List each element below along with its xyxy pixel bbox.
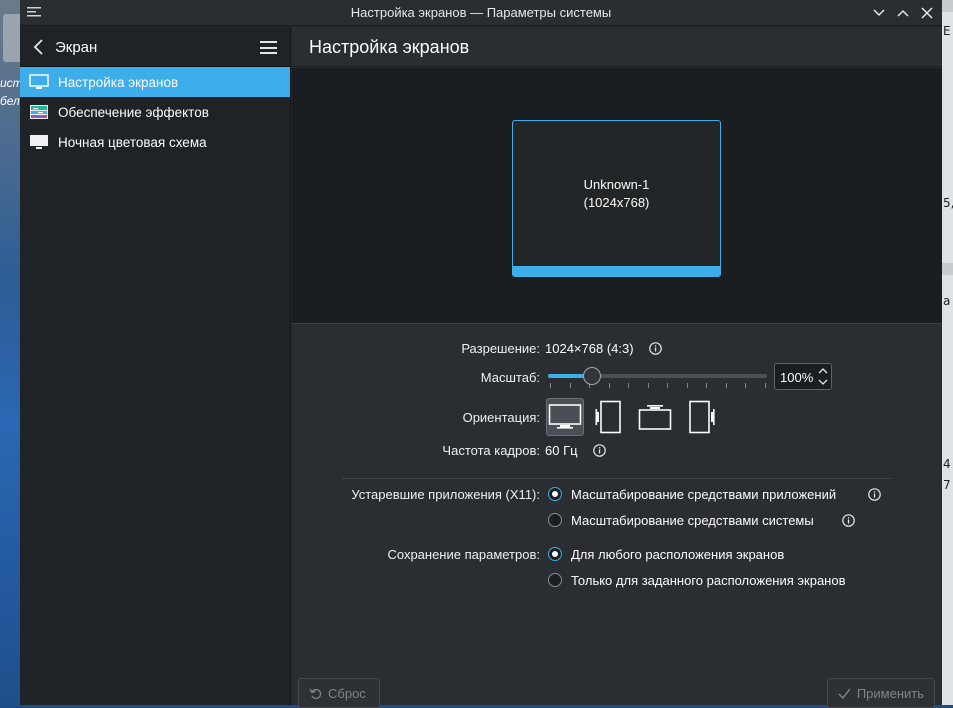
close-button[interactable] — [918, 4, 936, 22]
orientation-left-button[interactable] — [591, 398, 629, 436]
sidebar-item-night-color[interactable]: Ночная цветовая схема — [20, 127, 290, 157]
slider-tick — [706, 383, 708, 388]
output-name: Unknown-1 — [583, 177, 650, 192]
orientation-label: Ориентация: — [462, 410, 540, 425]
chevron-up-icon — [897, 9, 909, 17]
background-text: 7 — [943, 478, 951, 492]
orientation-right-button[interactable] — [681, 398, 719, 436]
orientation-normal-button[interactable] — [546, 398, 584, 436]
reset-button[interactable]: Сброс — [298, 678, 380, 708]
sidebar-item-compositor[interactable]: Обеспечение эффектов — [20, 97, 290, 127]
back-arrow-icon[interactable] — [32, 39, 46, 55]
background-text: 4 — [943, 457, 951, 471]
page-header: Настройка экранов — [292, 27, 942, 67]
sidebar-item-label: Ночная цветовая схема — [58, 134, 207, 150]
scale-value: 100% — [780, 370, 814, 385]
apply-button-label: Применить — [856, 685, 924, 701]
slider-tick — [686, 383, 688, 388]
refresh-rate-label: Частота кадров: — [442, 443, 540, 458]
save-option-label[interactable]: Только для заданного расположения экрано… — [571, 573, 846, 588]
main-content: Настройка экранов Unknown-1 (1024x768) Р… — [292, 27, 942, 708]
hamburger-menu-icon[interactable] — [260, 41, 277, 54]
output-resolution: (1024x768) — [583, 195, 650, 210]
background-window-edge: 5, а 4 7 Е — [942, 0, 953, 705]
desktop-background-left: ист бел — [0, 0, 23, 705]
minimize-button[interactable] — [870, 4, 888, 22]
portrait-left-monitor-icon — [595, 400, 621, 434]
legacy-scale-apps-radio[interactable] — [548, 487, 562, 501]
legacy-apps-label: Устаревшие приложения (X11): — [351, 487, 540, 502]
sidebar-category-title: Экран — [55, 39, 98, 56]
desktop-icon-label: бел — [0, 94, 20, 108]
monitor-icon — [29, 74, 49, 89]
slider-tick — [608, 383, 610, 388]
page-title: Настройка экранов — [309, 37, 470, 57]
desktop-icon[interactable] — [3, 14, 20, 62]
inverted-monitor-icon — [638, 405, 672, 430]
undo-icon — [309, 688, 322, 699]
info-icon[interactable] — [649, 342, 662, 355]
reset-button-label: Сброс — [328, 685, 366, 701]
slider-tick — [765, 383, 766, 388]
scale-label: Масштаб: — [480, 370, 540, 385]
save-specific-radio[interactable] — [548, 573, 562, 587]
info-icon[interactable] — [868, 488, 881, 501]
portrait-right-monitor-icon — [689, 400, 715, 434]
background-text: Е — [943, 24, 951, 38]
info-icon[interactable] — [593, 444, 606, 457]
monitor-icon — [30, 135, 48, 149]
slider-tick — [647, 383, 649, 388]
compositor-icon — [30, 105, 48, 119]
scale-spinbox[interactable]: 100% — [774, 363, 832, 390]
display-output-tile[interactable]: Unknown-1 (1024x768) — [512, 120, 721, 277]
chevron-down-icon — [873, 9, 885, 17]
sidebar-item-label: Настройка экранов — [58, 74, 179, 90]
slider-tick — [569, 383, 571, 388]
sidebar-item-display-configuration[interactable]: Настройка экранов — [20, 67, 290, 97]
checkmark-icon — [838, 688, 851, 699]
legacy-option-label[interactable]: Масштабирование средствами приложений — [571, 487, 836, 502]
background-text: 5, — [943, 196, 953, 210]
slider-tick — [725, 383, 727, 388]
landscape-monitor-icon — [548, 404, 582, 429]
spin-arrows-icon[interactable] — [818, 366, 828, 387]
output-selected-bar — [513, 266, 720, 276]
display-preview-area: Unknown-1 (1024x768) — [292, 68, 942, 324]
slider-tick — [628, 383, 630, 388]
apply-button[interactable]: Применить — [827, 678, 935, 708]
resolution-value: 1024×768 (4:3) — [545, 341, 634, 356]
section-divider — [342, 478, 892, 479]
slider-tick — [667, 383, 669, 388]
window-title: Настройка экранов — Параметры системы — [350, 5, 612, 20]
refresh-rate-value: 60 Гц — [545, 443, 578, 458]
title-bar[interactable]: Настройка экранов — Параметры системы — [20, 0, 942, 26]
resolution-label: Разрешение: — [461, 341, 540, 356]
info-icon[interactable] — [842, 514, 855, 527]
slider-tick — [550, 383, 551, 388]
save-option-label[interactable]: Для любого расположения экранов — [571, 547, 784, 562]
maximize-button[interactable] — [894, 4, 912, 22]
sidebar: Экран Настройка экранов Обеспечение эффе… — [20, 27, 291, 705]
background-text: а — [943, 294, 951, 308]
orientation-inverted-button[interactable] — [636, 398, 674, 436]
legacy-option-label[interactable]: Масштабирование средствами системы — [571, 513, 814, 528]
sidebar-header: Экран — [20, 27, 290, 67]
scale-slider[interactable] — [548, 374, 767, 378]
sidebar-item-label: Обеспечение эффектов — [58, 104, 209, 120]
slider-tick — [745, 383, 747, 388]
legacy-scale-system-radio[interactable] — [548, 513, 562, 527]
save-settings-label: Сохранение параметров: — [387, 547, 540, 562]
system-settings-window: Настройка экранов — Параметры системы Эк… — [20, 0, 942, 708]
close-icon — [921, 7, 933, 19]
save-global-radio[interactable] — [548, 547, 562, 561]
scale-slider-handle[interactable] — [582, 367, 601, 385]
